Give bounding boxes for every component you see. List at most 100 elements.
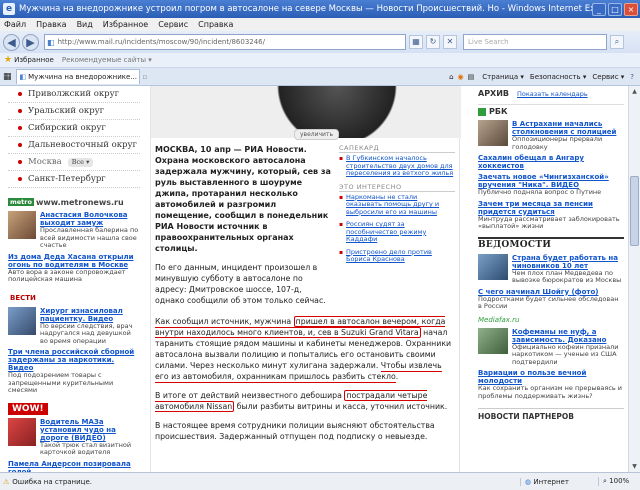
home-icon[interactable]: ⌂ [449, 73, 453, 81]
wow-logo-icon: WOW! [8, 402, 48, 415]
address-field[interactable]: ◧ http://www.mail.ru/incidents/moscow/90… [44, 34, 406, 50]
related-link[interactable]: Россиян судят за пособничество режиму Ка… [339, 220, 455, 244]
page-menu[interactable]: Страница ▾ [482, 73, 524, 81]
mediafax-logo[interactable]: Mediafax.ru [478, 316, 624, 324]
region-item[interactable]: Сибирский округ [8, 120, 140, 137]
metro-logo-icon: metro [8, 198, 34, 206]
rbk-logo-icon [478, 107, 486, 116]
list-item: Зачем три месяца за пенсии придется суди… [478, 200, 624, 231]
related-link[interactable]: В Губкинском началось строительство двух… [339, 154, 455, 178]
close-button[interactable]: × [624, 2, 638, 16]
help-icon[interactable]: ? [630, 73, 634, 81]
tools-menu[interactable]: Сервис ▾ [592, 73, 624, 81]
globe-icon: ◍ [525, 477, 532, 486]
forward-button[interactable]: ▶ [22, 33, 39, 51]
status-bar: ⚠ Ошибка на странице. ◍ Интернет ⌕ 100% [0, 472, 640, 490]
news-link[interactable]: Водитель МАЗа установил чудо на дороге (… [40, 418, 140, 442]
warning-icon[interactable]: ⚠ [3, 478, 9, 486]
tab-bar: ▦ ◧ Мужчина на внедорожнике... ▫ ⌂ ◉ ▤ С… [0, 68, 640, 86]
new-tab-icon[interactable]: ▫ [143, 73, 148, 81]
zoom-icon: ⌕ [603, 477, 607, 485]
menu-edit[interactable]: Правка [36, 20, 66, 29]
news-thumbnail[interactable] [8, 211, 36, 239]
favorites-button[interactable]: Избранное [14, 56, 54, 64]
favorites-star-icon[interactable]: ★ [4, 55, 12, 65]
list-item: Сахалин обещал в Ангару хоккеистов [478, 154, 624, 170]
region-item[interactable]: Санкт-Петербург [8, 171, 140, 188]
news-desc: Минтруда рассматривает заблокировать «вы… [478, 214, 620, 230]
news-thumbnail[interactable] [478, 327, 508, 354]
security-zone: ◍ Интернет [520, 477, 598, 486]
list-item: Три члена российской сборной задержаны з… [8, 348, 140, 395]
menu-view[interactable]: Вид [77, 20, 93, 29]
news-link[interactable]: Анастасия Волочкова выходит замуж [40, 211, 140, 227]
news-desc: Такой трюк стал визитной карточкой водит… [40, 440, 132, 456]
menu-file[interactable]: Файл [4, 20, 26, 29]
menu-bar: Файл Правка Вид Избранное Сервис Справка [0, 18, 640, 31]
page-icon: ◧ [47, 37, 55, 47]
region-item-moscow[interactable]: Москва Все ▾ [8, 154, 140, 171]
scroll-down-icon[interactable]: ▼ [629, 461, 640, 472]
related-link[interactable]: Наркоманы не стали оказывать помощь друг… [339, 193, 455, 217]
maximize-button[interactable]: □ [608, 2, 622, 16]
news-thumbnail[interactable] [478, 120, 508, 146]
zoom-level[interactable]: ⌕ 100% [598, 477, 640, 486]
news-link[interactable]: Вариации о пользе вечной молодости [478, 369, 624, 385]
vertical-scrollbar[interactable]: ▲ ▼ [628, 86, 640, 472]
print-icon[interactable]: ▤ [468, 73, 475, 81]
news-link[interactable]: Страна будет работать на чиновников 10 л… [512, 254, 624, 270]
scroll-thumb[interactable] [630, 176, 639, 246]
news-link[interactable]: В Астрахани начались столкновения с поли… [512, 120, 624, 136]
news-desc: Официально кофеин признали наркотиком — … [512, 342, 619, 366]
news-desc: Чем плох план Медведева по вывозке бюрок… [512, 268, 622, 284]
region-item[interactable]: Уральский округ [8, 103, 140, 120]
news-desc: Оппозиционеры прервали голодовку [512, 135, 603, 151]
status-text[interactable]: Ошибка на странице. [12, 478, 520, 486]
list-item: Памела Андерсон позировала голой [8, 460, 140, 473]
menu-favorites[interactable]: Избранное [103, 20, 148, 29]
news-thumbnail[interactable] [478, 253, 508, 280]
menu-tools[interactable]: Сервис [158, 20, 188, 29]
wow-source[interactable]: WOW! [8, 402, 140, 415]
news-link[interactable]: Сахалин обещал в Ангару хоккеистов [478, 154, 624, 170]
article-paragraph: В настоящее время сотрудники полиции выя… [155, 421, 435, 441]
search-input[interactable]: Live Search [463, 34, 607, 50]
news-thumbnail[interactable] [8, 417, 36, 446]
bullet-icon [18, 109, 22, 113]
vesti-source[interactable]: ВЕСТИ [8, 292, 140, 304]
vedomosti-logo[interactable]: ВЕДОМОСТИ [478, 236, 624, 250]
region-item[interactable]: Дальневосточный округ [8, 137, 140, 154]
news-link[interactable]: Хирург изнасиловал пациентку. Видео [40, 307, 140, 323]
stop-icon[interactable]: ✕ [443, 35, 457, 49]
list-item: Хирург изнасиловал пациентку. Видео По ве… [8, 306, 140, 346]
scroll-up-icon[interactable]: ▲ [629, 86, 640, 97]
rss-icon[interactable]: ◉ [458, 73, 464, 81]
news-link[interactable]: Кофеманы не нуф, а зависимость. Доказано [512, 328, 624, 344]
enlarge-button[interactable]: увеличить [294, 129, 339, 140]
minimize-button[interactable]: _ [592, 2, 606, 16]
all-dropdown[interactable]: Все ▾ [67, 157, 94, 167]
tab-favicon-icon: ◧ [19, 73, 27, 81]
back-button[interactable]: ◀ [3, 33, 20, 51]
related-link[interactable]: Пристроено дело против Бориса Краснова [339, 248, 455, 264]
news-link[interactable]: Памела Андерсон позировала голой [8, 460, 140, 473]
metro-source[interactable]: metro www.metronews.ru [8, 196, 140, 208]
news-link[interactable]: Заечать новое «Чингизханской» вручения "… [478, 173, 624, 189]
compat-view-icon[interactable]: ▦ [409, 35, 423, 49]
quick-tabs-icon[interactable]: ▦ [3, 72, 12, 82]
region-item[interactable]: Приволжский округ [8, 86, 140, 103]
calendar-link[interactable]: Показать календарь [517, 90, 588, 98]
refresh-icon[interactable]: ↻ [426, 35, 440, 49]
news-link[interactable]: Из дома Деда Хасана открыли огонь по вод… [8, 253, 140, 269]
rbk-source[interactable]: РБК [478, 104, 624, 116]
suggested-sites[interactable]: Рекомендуемые сайты ▾ [62, 56, 152, 64]
news-link[interactable]: Три члена российской сборной задержаны з… [8, 348, 140, 372]
safety-menu[interactable]: Безопасность ▾ [530, 73, 586, 81]
tab-current[interactable]: ◧ Мужчина на внедорожнике... [15, 69, 140, 84]
search-icon[interactable]: ⌕ [610, 35, 624, 49]
title-bar: e Мужчина на внедорожнике устроил погром… [0, 0, 640, 18]
interesting-title: ЭТО ИНТЕРЕСНО [339, 183, 455, 192]
news-thumbnail[interactable] [8, 306, 36, 335]
news-link[interactable]: Зачем три месяца за пенсии придется суди… [478, 200, 624, 216]
menu-help[interactable]: Справка [198, 20, 233, 29]
